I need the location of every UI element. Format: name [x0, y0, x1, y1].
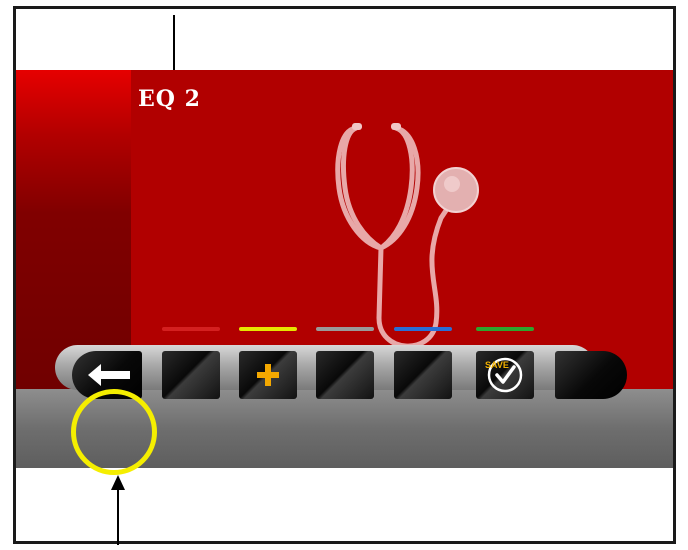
- add-button[interactable]: [239, 351, 297, 399]
- color-bar-green: [476, 327, 534, 331]
- back-arrow-icon: [88, 364, 130, 386]
- function-key-3[interactable]: [316, 351, 374, 399]
- function-key-6[interactable]: [555, 351, 627, 399]
- function-key-4[interactable]: [394, 351, 452, 399]
- side-panel: [16, 70, 131, 389]
- color-bar-gray: [316, 327, 374, 331]
- save-button[interactable]: SAVE: [476, 351, 534, 399]
- plus-icon: [257, 364, 279, 386]
- page-title: EQ 2: [138, 86, 201, 112]
- highlight-circle: [71, 389, 157, 475]
- color-bar-red: [162, 327, 220, 331]
- color-bar-yellow: [239, 327, 297, 331]
- save-label: SAVE: [485, 360, 509, 370]
- function-key-1[interactable]: [162, 351, 220, 399]
- pointer-arrow-bottom: [111, 475, 125, 545]
- color-bar-blue: [394, 327, 452, 331]
- stethoscope-icon: [335, 123, 479, 349]
